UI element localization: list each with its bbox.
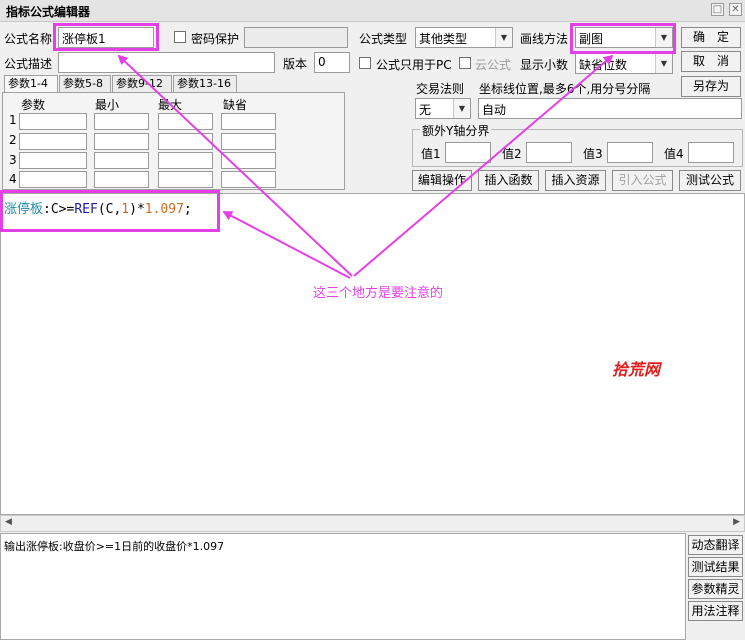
arrow-to-code [222, 211, 351, 279]
arrow-to-draw [353, 54, 614, 277]
annotation-note: 这三个地方是要注意的 [313, 286, 444, 301]
watermark: 拾荒网 [612, 360, 661, 379]
annotation-arrows [117, 54, 614, 279]
arrow-to-name [117, 54, 353, 277]
